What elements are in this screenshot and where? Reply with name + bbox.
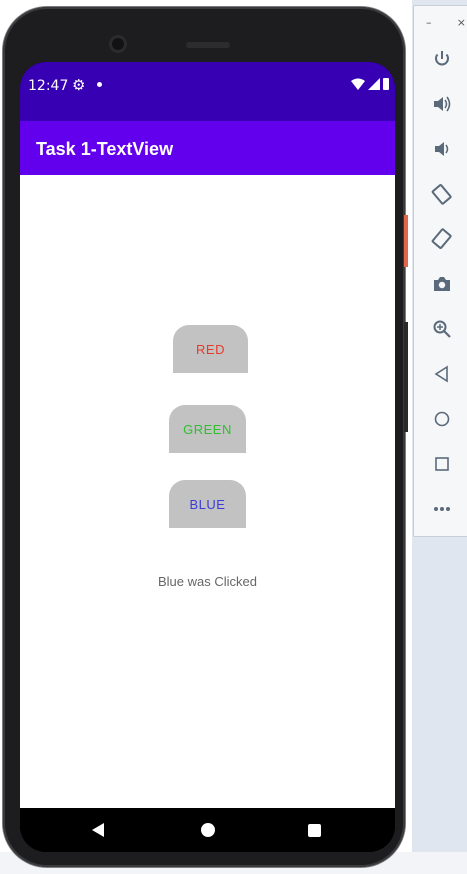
volume-up-icon[interactable] (431, 93, 453, 115)
earpiece-speaker (186, 42, 230, 48)
front-camera (109, 35, 127, 53)
app-title: Task 1-TextView (36, 139, 174, 159)
phone-side-button-power (404, 215, 408, 267)
power-icon[interactable] (431, 48, 453, 70)
status-time: 12:47 (28, 78, 69, 94)
overview-icon[interactable] (431, 453, 453, 475)
toolbar-window-controls: – × (426, 16, 466, 29)
cell-signal-icon (368, 78, 380, 90)
camera-icon[interactable] (431, 273, 453, 295)
settings-gear-icon: ⚙ (72, 76, 86, 94)
app-bar: Task 1-TextView (20, 121, 395, 175)
status-text: Blue was Clicked (158, 574, 257, 589)
zoom-icon[interactable] (431, 318, 453, 340)
main-content: RED GREEN BLUE Blue was Clicked (20, 175, 395, 808)
emulator-toolbar: – × (413, 5, 467, 537)
more-icon[interactable] (431, 498, 453, 520)
battery-icon (383, 78, 389, 90)
phone-frame: 12:47 ⚙ Task 1-TextView RED GREEN BLUE B… (3, 7, 405, 867)
status-icons (351, 78, 389, 90)
nav-home-icon[interactable] (201, 823, 215, 837)
phone-side-button-volume (404, 322, 408, 432)
home-icon[interactable] (431, 408, 453, 430)
minimize-icon[interactable]: – (426, 16, 432, 29)
nav-recents-icon[interactable] (308, 824, 321, 837)
status-bar: 12:47 ⚙ (20, 62, 395, 121)
rotate-left-icon[interactable] (431, 183, 453, 205)
red-button[interactable]: RED (173, 325, 248, 373)
notification-dot-icon (97, 82, 102, 87)
green-button[interactable]: GREEN (169, 405, 246, 453)
navigation-bar (20, 808, 395, 852)
blue-button[interactable]: BLUE (169, 480, 246, 528)
close-icon[interactable]: × (457, 16, 466, 29)
back-icon[interactable] (431, 363, 453, 385)
volume-down-icon[interactable] (431, 138, 453, 160)
wifi-icon (351, 78, 365, 90)
rotate-right-icon[interactable] (431, 228, 453, 250)
nav-back-icon[interactable] (92, 823, 104, 837)
device-screen: 12:47 ⚙ Task 1-TextView RED GREEN BLUE B… (20, 62, 395, 852)
